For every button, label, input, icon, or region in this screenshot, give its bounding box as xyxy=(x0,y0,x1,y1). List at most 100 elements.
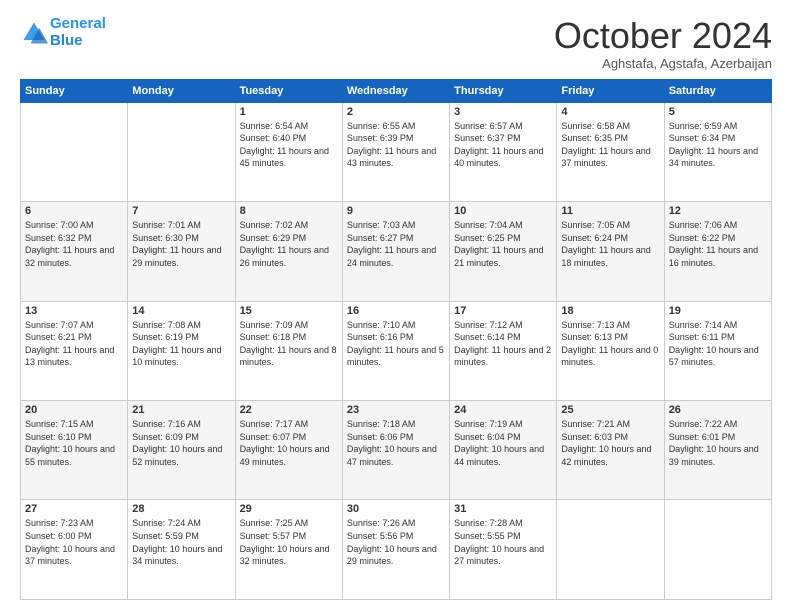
cell-info: Sunrise: 7:01 AM Sunset: 6:30 PM Dayligh… xyxy=(132,219,230,269)
day-number: 20 xyxy=(25,404,123,416)
day-number: 7 xyxy=(132,205,230,217)
cell-info: Sunrise: 7:21 AM Sunset: 6:03 PM Dayligh… xyxy=(561,418,659,468)
month-title: October 2024 xyxy=(554,16,772,56)
day-number: 16 xyxy=(347,305,445,317)
cell-info: Sunrise: 7:24 AM Sunset: 5:59 PM Dayligh… xyxy=(132,517,230,567)
cell-info: Sunrise: 7:26 AM Sunset: 5:56 PM Dayligh… xyxy=(347,517,445,567)
cell-4-2: 21 Sunrise: 7:16 AM Sunset: 6:09 PM Dayli… xyxy=(128,401,235,500)
cell-1-5: 3 Sunrise: 6:57 AM Sunset: 6:37 PM Daylig… xyxy=(450,102,557,201)
cell-info: Sunrise: 7:07 AM Sunset: 6:21 PM Dayligh… xyxy=(25,319,123,369)
cell-3-2: 14 Sunrise: 7:08 AM Sunset: 6:19 PM Dayli… xyxy=(128,301,235,400)
day-number: 17 xyxy=(454,305,552,317)
cell-info: Sunrise: 7:04 AM Sunset: 6:25 PM Dayligh… xyxy=(454,219,552,269)
header-row: Sunday Monday Tuesday Wednesday Thursday… xyxy=(21,79,772,102)
cell-4-6: 25 Sunrise: 7:21 AM Sunset: 6:03 PM Dayli… xyxy=(557,401,664,500)
day-number: 23 xyxy=(347,404,445,416)
cell-info: Sunrise: 6:58 AM Sunset: 6:35 PM Dayligh… xyxy=(561,120,659,170)
cell-info: Sunrise: 7:19 AM Sunset: 6:04 PM Dayligh… xyxy=(454,418,552,468)
cell-5-1: 27Sunrise: 7:23 AM Sunset: 6:00 PM Dayli… xyxy=(21,500,128,600)
day-number: 14 xyxy=(132,305,230,317)
logo: General Blue xyxy=(20,16,106,49)
day-number: 5 xyxy=(669,106,767,118)
cell-info: Sunrise: 7:02 AM Sunset: 6:29 PM Dayligh… xyxy=(240,219,338,269)
day-number: 21 xyxy=(132,404,230,416)
cell-2-1: 6 Sunrise: 7:00 AM Sunset: 6:32 PM Daylig… xyxy=(21,202,128,301)
day-number: 8 xyxy=(240,205,338,217)
day-number: 19 xyxy=(669,305,767,317)
cell-3-7: 19 Sunrise: 7:14 AM Sunset: 6:11 PM Dayli… xyxy=(664,301,771,400)
day-number: 13 xyxy=(25,305,123,317)
cell-5-5: 31Sunrise: 7:28 AM Sunset: 5:55 PM Dayli… xyxy=(450,500,557,600)
week-row-4: 20 Sunrise: 7:15 AM Sunset: 6:10 PM Dayli… xyxy=(21,401,772,500)
col-tuesday: Tuesday xyxy=(235,79,342,102)
day-number: 29 xyxy=(240,503,338,515)
cell-5-6 xyxy=(557,500,664,600)
cell-info: Sunrise: 6:59 AM Sunset: 6:34 PM Dayligh… xyxy=(669,120,767,170)
day-number: 24 xyxy=(454,404,552,416)
cell-1-7: 5 Sunrise: 6:59 AM Sunset: 6:34 PM Daylig… xyxy=(664,102,771,201)
cell-2-2: 7 Sunrise: 7:01 AM Sunset: 6:30 PM Daylig… xyxy=(128,202,235,301)
cell-info: Sunrise: 7:25 AM Sunset: 5:57 PM Dayligh… xyxy=(240,517,338,567)
location: Aghstafa, Agstafa, Azerbaijan xyxy=(554,56,772,71)
cell-5-2: 28 Sunrise: 7:24 AM Sunset: 5:59 PM Dayli… xyxy=(128,500,235,600)
day-number: 12 xyxy=(669,205,767,217)
cell-info: Sunrise: 6:55 AM Sunset: 6:39 PM Dayligh… xyxy=(347,120,445,170)
day-number: 25 xyxy=(561,404,659,416)
day-number: 11 xyxy=(561,205,659,217)
cell-2-5: 10 Sunrise: 7:04 AM Sunset: 6:25 PM Dayli… xyxy=(450,202,557,301)
col-wednesday: Wednesday xyxy=(342,79,449,102)
day-number: 1 xyxy=(240,106,338,118)
cell-info: Sunrise: 7:10 AM Sunset: 6:16 PM Dayligh… xyxy=(347,319,445,369)
cell-info: Sunrise: 7:08 AM Sunset: 6:19 PM Dayligh… xyxy=(132,319,230,369)
cell-info: Sunrise: 7:09 AM Sunset: 6:18 PM Dayligh… xyxy=(240,319,338,369)
cell-info: Sunrise: 7:12 AM Sunset: 6:14 PM Dayligh… xyxy=(454,319,552,369)
cell-1-2 xyxy=(128,102,235,201)
cell-2-3: 8 Sunrise: 7:02 AM Sunset: 6:29 PM Daylig… xyxy=(235,202,342,301)
logo-icon xyxy=(20,19,48,47)
day-number: 31 xyxy=(454,503,552,515)
day-number: 15 xyxy=(240,305,338,317)
col-saturday: Saturday xyxy=(664,79,771,102)
cell-1-1 xyxy=(21,102,128,201)
logo-line2: Blue xyxy=(50,32,83,49)
logo-line1: General xyxy=(50,15,106,32)
day-number: 9 xyxy=(347,205,445,217)
cell-1-4: 2 Sunrise: 6:55 AM Sunset: 6:39 PM Daylig… xyxy=(342,102,449,201)
cell-3-6: 18Sunrise: 7:13 AM Sunset: 6:13 PM Dayli… xyxy=(557,301,664,400)
cell-info: Sunrise: 7:14 AM Sunset: 6:11 PM Dayligh… xyxy=(669,319,767,369)
cell-4-1: 20 Sunrise: 7:15 AM Sunset: 6:10 PM Dayli… xyxy=(21,401,128,500)
cell-3-1: 13 Sunrise: 7:07 AM Sunset: 6:21 PM Dayli… xyxy=(21,301,128,400)
cell-4-5: 24 Sunrise: 7:19 AM Sunset: 6:04 PM Dayli… xyxy=(450,401,557,500)
col-monday: Monday xyxy=(128,79,235,102)
col-sunday: Sunday xyxy=(21,79,128,102)
cell-3-4: 16 Sunrise: 7:10 AM Sunset: 6:16 PM Dayli… xyxy=(342,301,449,400)
cell-4-4: 23Sunrise: 7:18 AM Sunset: 6:06 PM Dayli… xyxy=(342,401,449,500)
day-number: 3 xyxy=(454,106,552,118)
day-number: 2 xyxy=(347,106,445,118)
cell-info: Sunrise: 7:16 AM Sunset: 6:09 PM Dayligh… xyxy=(132,418,230,468)
day-number: 10 xyxy=(454,205,552,217)
day-number: 6 xyxy=(25,205,123,217)
cell-2-6: 11 Sunrise: 7:05 AM Sunset: 6:24 PM Dayli… xyxy=(557,202,664,301)
week-row-3: 13 Sunrise: 7:07 AM Sunset: 6:21 PM Dayli… xyxy=(21,301,772,400)
day-number: 18 xyxy=(561,305,659,317)
col-thursday: Thursday xyxy=(450,79,557,102)
cell-info: Sunrise: 6:54 AM Sunset: 6:40 PM Dayligh… xyxy=(240,120,338,170)
cell-info: Sunrise: 7:00 AM Sunset: 6:32 PM Dayligh… xyxy=(25,219,123,269)
cell-3-5: 17 Sunrise: 7:12 AM Sunset: 6:14 PM Dayli… xyxy=(450,301,557,400)
cell-info: Sunrise: 7:06 AM Sunset: 6:22 PM Dayligh… xyxy=(669,219,767,269)
cell-4-3: 22Sunrise: 7:17 AM Sunset: 6:07 PM Dayli… xyxy=(235,401,342,500)
week-row-2: 6 Sunrise: 7:00 AM Sunset: 6:32 PM Daylig… xyxy=(21,202,772,301)
day-number: 30 xyxy=(347,503,445,515)
title-block: October 2024 Aghstafa, Agstafa, Azerbaij… xyxy=(554,16,772,71)
cell-info: Sunrise: 6:57 AM Sunset: 6:37 PM Dayligh… xyxy=(454,120,552,170)
header: General Blue October 2024 Aghstafa, Agst… xyxy=(20,16,772,71)
cell-info: Sunrise: 7:03 AM Sunset: 6:27 PM Dayligh… xyxy=(347,219,445,269)
cell-info: Sunrise: 7:17 AM Sunset: 6:07 PM Dayligh… xyxy=(240,418,338,468)
cell-2-4: 9 Sunrise: 7:03 AM Sunset: 6:27 PM Daylig… xyxy=(342,202,449,301)
logo-text: General Blue xyxy=(50,16,106,49)
day-number: 28 xyxy=(132,503,230,515)
cell-info: Sunrise: 7:05 AM Sunset: 6:24 PM Dayligh… xyxy=(561,219,659,269)
day-number: 27 xyxy=(25,503,123,515)
cell-info: Sunrise: 7:15 AM Sunset: 6:10 PM Dayligh… xyxy=(25,418,123,468)
